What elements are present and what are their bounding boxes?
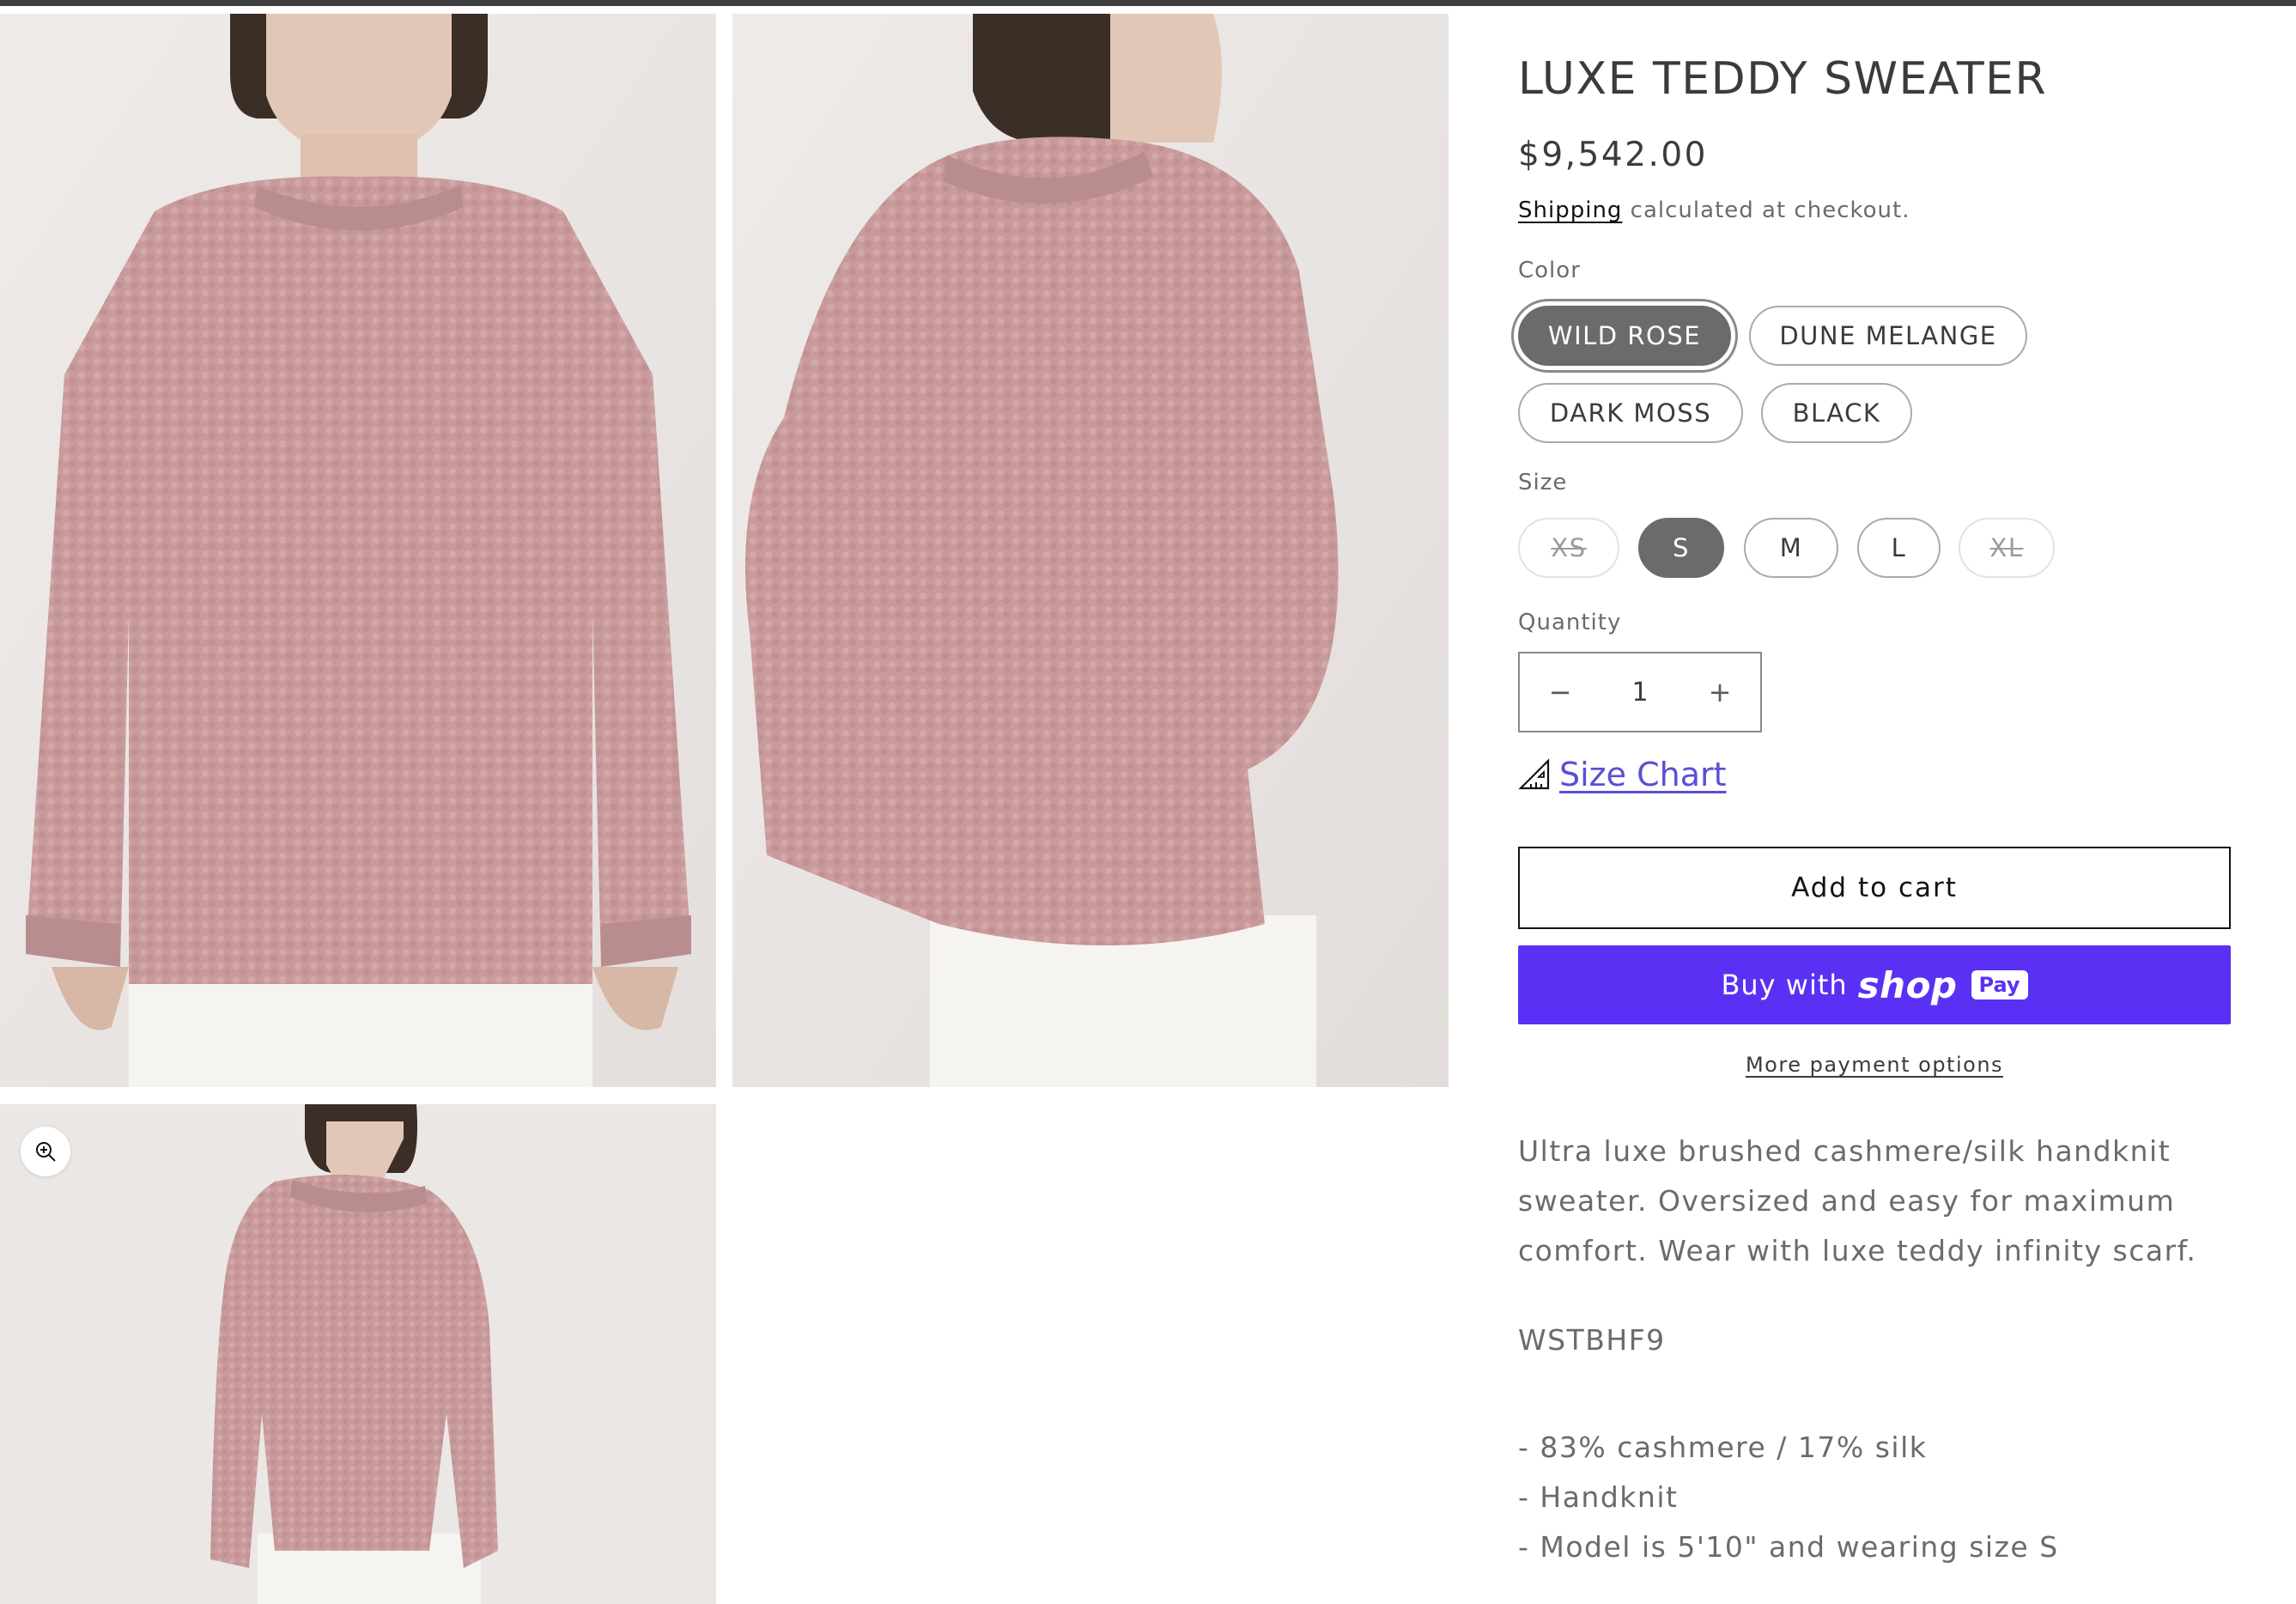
color-option-dune-melange[interactable]: DUNE MELANGE (1749, 306, 2027, 366)
product-image-front[interactable] (0, 14, 716, 1087)
product-sku: WSTBHF9 (1518, 1323, 1666, 1357)
color-option-wild-rose[interactable]: WILD ROSE (1518, 306, 1731, 366)
size-option-s[interactable]: S (1638, 518, 1724, 578)
quantity-increase-button[interactable]: + (1679, 653, 1760, 731)
size-option-xl[interactable]: XL (1959, 518, 2055, 578)
size-chart-label: Size Chart (1559, 756, 1727, 793)
size-chart-link[interactable]: Size Chart (1518, 756, 1727, 793)
color-option-black[interactable]: BLACK (1761, 383, 1912, 443)
zoom-in-icon (36, 1142, 56, 1162)
quantity-label: Quantity (1518, 610, 1622, 635)
color-label: Color (1518, 258, 1581, 283)
quantity-input[interactable] (1601, 657, 1679, 727)
shop-pay-button[interactable]: Buy with shop Pay (1518, 945, 2231, 1024)
shop-pay-prefix: Buy with (1721, 969, 1848, 1001)
shipping-note: Shipping calculated at checkout. (1518, 197, 1910, 223)
sweater-front-illustration (0, 14, 716, 1087)
ruler-icon (1518, 758, 1550, 790)
product-price: $9,542.00 (1518, 136, 1708, 174)
quantity-decrease-button[interactable]: − (1520, 653, 1601, 731)
product-image-three-quarter[interactable] (0, 1104, 716, 1604)
feature-item: - Handknit (1518, 1480, 1679, 1514)
product-title: LUXE TEDDY SWEATER (1518, 53, 2048, 105)
size-label: Size (1518, 470, 1568, 495)
feature-item: - Model is 5'10" and wearing size S (1518, 1530, 2059, 1564)
zoom-button[interactable] (21, 1127, 70, 1176)
product-description: Ultra luxe brushed cashmere/silk handkni… (1518, 1134, 2197, 1267)
feature-list: - 83% cashmere / 17% silk - Handknit - M… (1518, 1423, 2059, 1572)
shipping-link[interactable]: Shipping (1518, 197, 1622, 223)
shop-pay-badge: Pay (1971, 970, 2028, 999)
more-payment-options-link[interactable]: More payment options (1518, 1053, 2231, 1077)
feature-item: - 83% cashmere / 17% silk (1518, 1431, 1928, 1464)
size-option-m[interactable]: M (1744, 518, 1838, 578)
add-to-cart-button[interactable]: Add to cart (1518, 847, 2231, 929)
shop-logo: shop (1857, 963, 1958, 1006)
product-image-side[interactable] (732, 14, 1449, 1087)
sweater-side-illustration (732, 14, 1449, 1087)
size-option-xs[interactable]: XS (1518, 518, 1619, 578)
shipping-suffix: calculated at checkout. (1622, 197, 1910, 223)
color-option-dark-moss[interactable]: DARK MOSS (1518, 383, 1743, 443)
top-border-bar (0, 0, 2296, 6)
size-option-l[interactable]: L (1857, 518, 1941, 578)
sweater-three-quarter-illustration (0, 1104, 716, 1604)
quantity-stepper: − + (1518, 652, 1762, 732)
